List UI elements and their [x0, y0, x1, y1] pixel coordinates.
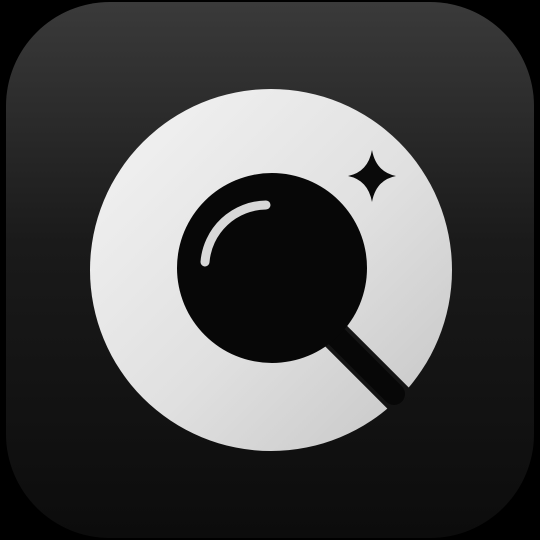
app-icon[interactable]	[0, 0, 540, 540]
app-icon-graphic	[6, 2, 534, 538]
magnifying-glass-icon	[177, 173, 367, 363]
